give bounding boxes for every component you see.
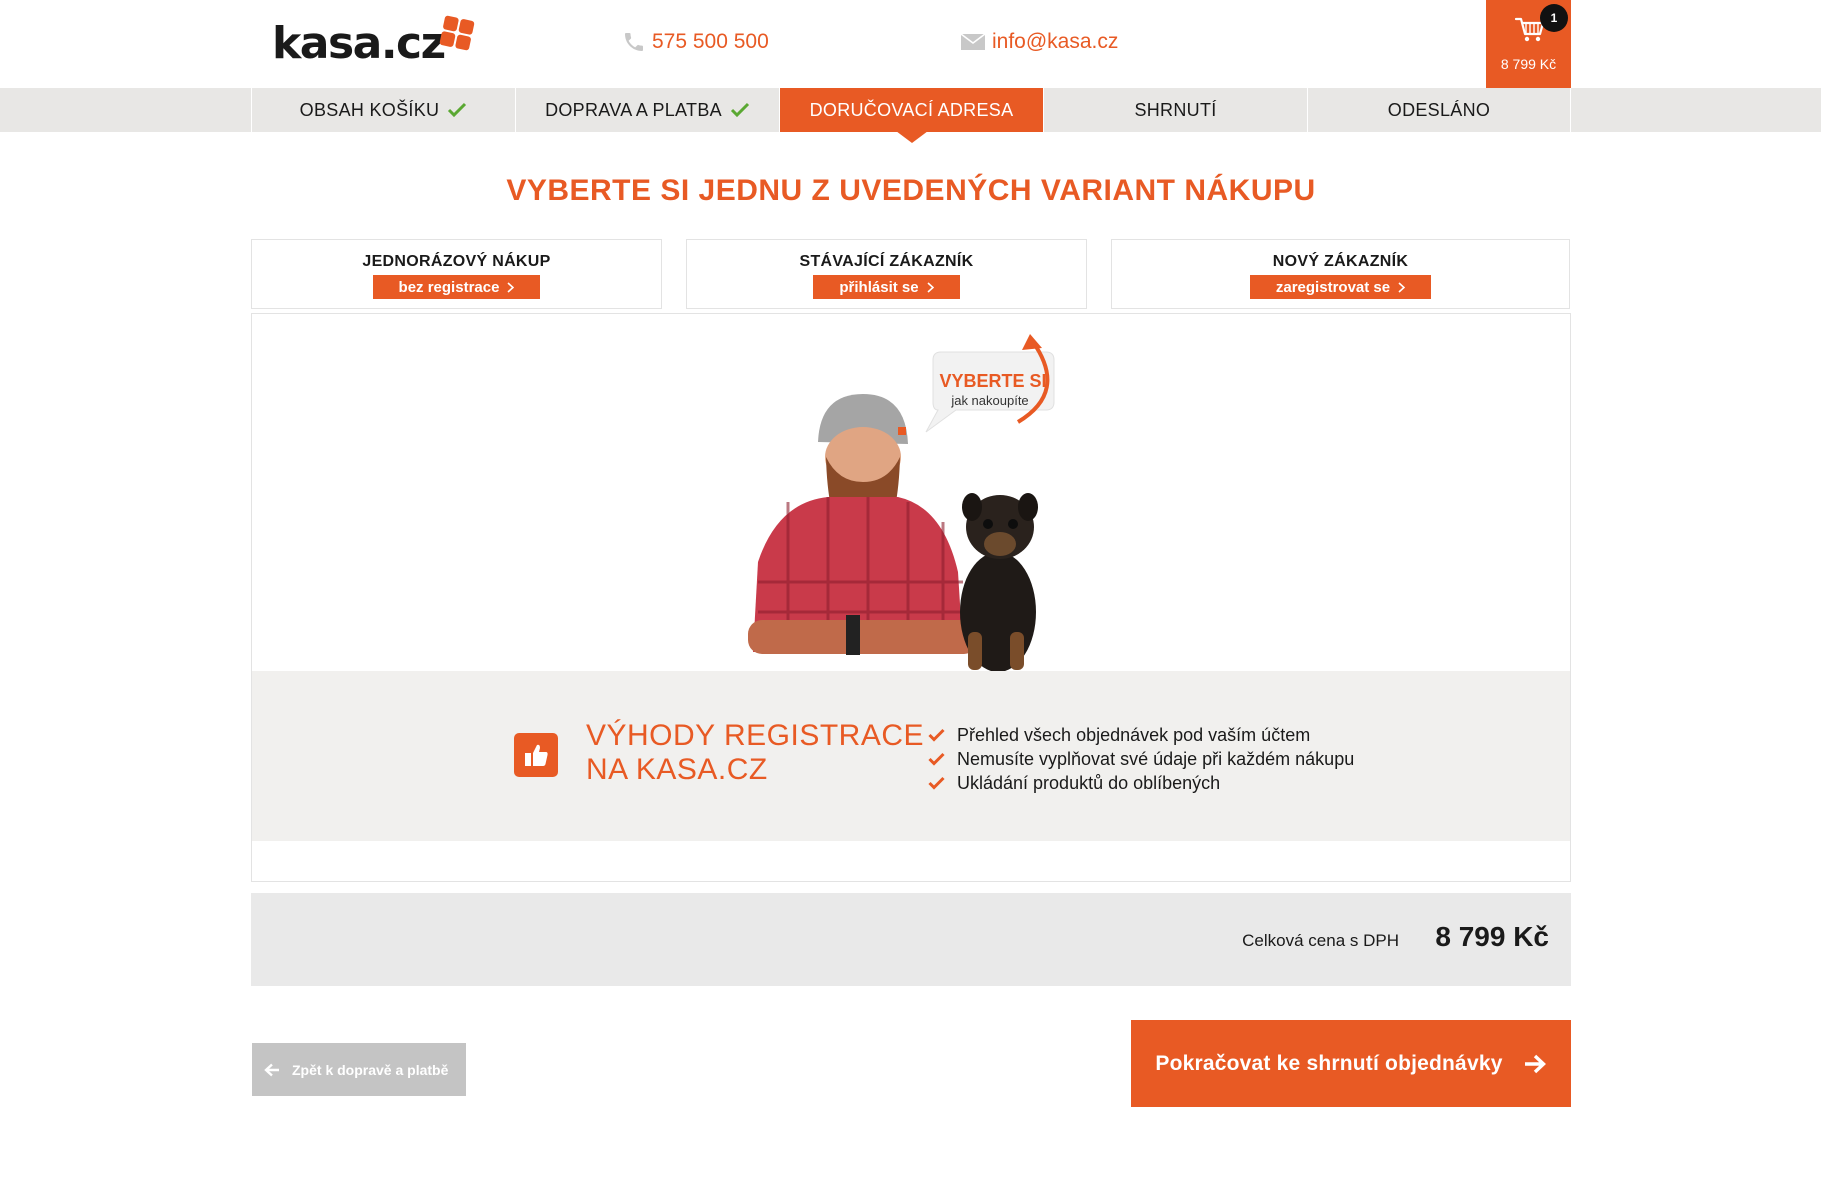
bubble-line2: jak nakoupíte: [950, 393, 1028, 408]
envelope-icon: [960, 33, 986, 50]
phone-number: 575 500 500: [652, 30, 769, 53]
registration-benefits: VÝHODY REGISTRACE NA KASA.CZ Přehled vše…: [252, 671, 1570, 841]
option-existing-customer[interactable]: STÁVAJÍCÍ ZÁKAZNÍK přihlásit se: [686, 239, 1087, 309]
step-summary: SHRNUTÍ: [1043, 88, 1307, 132]
step-label: DORUČOVACÍ ADRESA: [809, 99, 1014, 120]
option-title: NOVÝ ZÁKAZNÍK: [1272, 253, 1409, 270]
back-to-shipping-button[interactable]: Zpět k dopravě a platbě: [252, 1043, 466, 1096]
continue-to-summary-button[interactable]: Pokračovat ke shrnutí objednávky: [1131, 1020, 1571, 1107]
email-address: info@kasa.cz: [992, 30, 1119, 53]
checkmark-icon: [928, 776, 945, 790]
arrow-right-icon: [1524, 1054, 1546, 1073]
step-delivery-address[interactable]: DORUČOVACÍ ADRESA: [779, 88, 1043, 143]
list-item: Přehled všech objednávek pod vaším účtem: [928, 723, 1354, 747]
register-button[interactable]: zaregistrovat se: [1249, 275, 1432, 299]
benefits-title-line1: VÝHODY REGISTRACE: [586, 719, 925, 752]
step-label: DOPRAVA A PLATBA: [545, 99, 722, 120]
option-title: STÁVAJÍCÍ ZÁKAZNÍK: [799, 253, 974, 270]
logo[interactable]: kasa.cz: [272, 15, 475, 69]
option-new-customer[interactable]: NOVÝ ZÁKAZNÍK zaregistrovat se: [1111, 239, 1570, 309]
option-title: JEDNORÁZOVÝ NÁKUP: [362, 253, 551, 270]
logo-mark-icon: [439, 15, 475, 51]
thumbs-up-icon: [514, 733, 558, 777]
step-shipping-payment[interactable]: DOPRAVA A PLATBA: [515, 88, 779, 132]
email-contact[interactable]: info@kasa.cz: [960, 30, 1118, 54]
chevron-right-icon: [927, 281, 934, 293]
header: kasa.cz 575 500 500 info@kasa.cz 1 8 799…: [0, 0, 1821, 88]
cart-price: 8 799 Kč: [1500, 56, 1557, 72]
no-registration-button[interactable]: bez registrace: [372, 275, 541, 299]
list-item: Nemusíte vyplňovat své údaje při každém …: [928, 747, 1354, 771]
step-label: SHRNUTÍ: [1134, 99, 1217, 120]
step-label: OBSAH KOŠÍKU: [299, 99, 440, 120]
chevron-right-icon: [1398, 281, 1406, 293]
button-label: Zpět k dopravě a platbě: [292, 1061, 449, 1078]
checkout-steps: OBSAH KOŠÍKU DOPRAVA A PLATBA DORUČOVACÍ…: [251, 88, 1571, 143]
bubble-line1: VYBERTE SI: [939, 371, 1046, 391]
step-label: ODESLÁNO: [1387, 99, 1491, 120]
total-label: Celková cena s DPH: [1242, 931, 1399, 950]
checkmark-icon: [928, 752, 945, 766]
page-title: VYBERTE SI JEDNU Z UVEDENÝCH VARIANT NÁK…: [506, 174, 1316, 207]
total-value: 8 799 Kč: [1435, 921, 1549, 952]
button-label: bez registrace: [398, 278, 500, 296]
step-cart-contents[interactable]: OBSAH KOŠÍKU: [251, 88, 515, 132]
button-label: zaregistrovat se: [1275, 278, 1391, 296]
benefit-text: Nemusíte vyplňovat své údaje při každém …: [957, 749, 1355, 769]
arrow-left-icon: [264, 1063, 279, 1076]
benefit-text: Ukládání produktů do oblíbených: [957, 773, 1221, 793]
phone-contact[interactable]: 575 500 500: [622, 30, 769, 54]
benefits-title: VÝHODY REGISTRACE NA KASA.CZ: [586, 719, 924, 787]
benefits-title-line2: NA KASA.CZ: [586, 753, 768, 786]
checkmark-icon: [928, 728, 945, 742]
benefit-list: Přehled všech objednávek pod vaším účtem…: [928, 723, 1354, 795]
login-button[interactable]: přihlásit se: [813, 275, 960, 299]
cart-count-badge: 1: [1540, 4, 1568, 32]
chevron-right-icon: [507, 281, 515, 293]
benefit-text: Přehled všech objednávek pod vaším účtem: [957, 725, 1311, 745]
checkmark-icon: [730, 102, 749, 118]
checkmark-icon: [448, 102, 467, 118]
mascot-illustration: VYBERTE SI jak nakoupíte: [748, 334, 1055, 672]
button-label: přihlásit se: [839, 278, 919, 296]
cart-button[interactable]: 1 8 799 Kč: [1486, 0, 1571, 88]
order-total: Celková cena s DPH 8 799 Kč: [251, 893, 1571, 986]
list-item: Ukládání produktů do oblíbených: [928, 771, 1354, 795]
button-label: Pokračovat ke shrnutí objednávky: [1155, 1051, 1503, 1075]
option-one-time-purchase[interactable]: JEDNORÁZOVÝ NÁKUP bez registrace: [251, 239, 662, 309]
content-panel: VYBERTE SI jak nakoupíte VÝHODY REGISTRA…: [251, 313, 1571, 882]
phone-icon: [625, 33, 643, 51]
step-sent: ODESLÁNO: [1307, 88, 1571, 132]
logo-text: kasa.cz: [272, 18, 446, 69]
